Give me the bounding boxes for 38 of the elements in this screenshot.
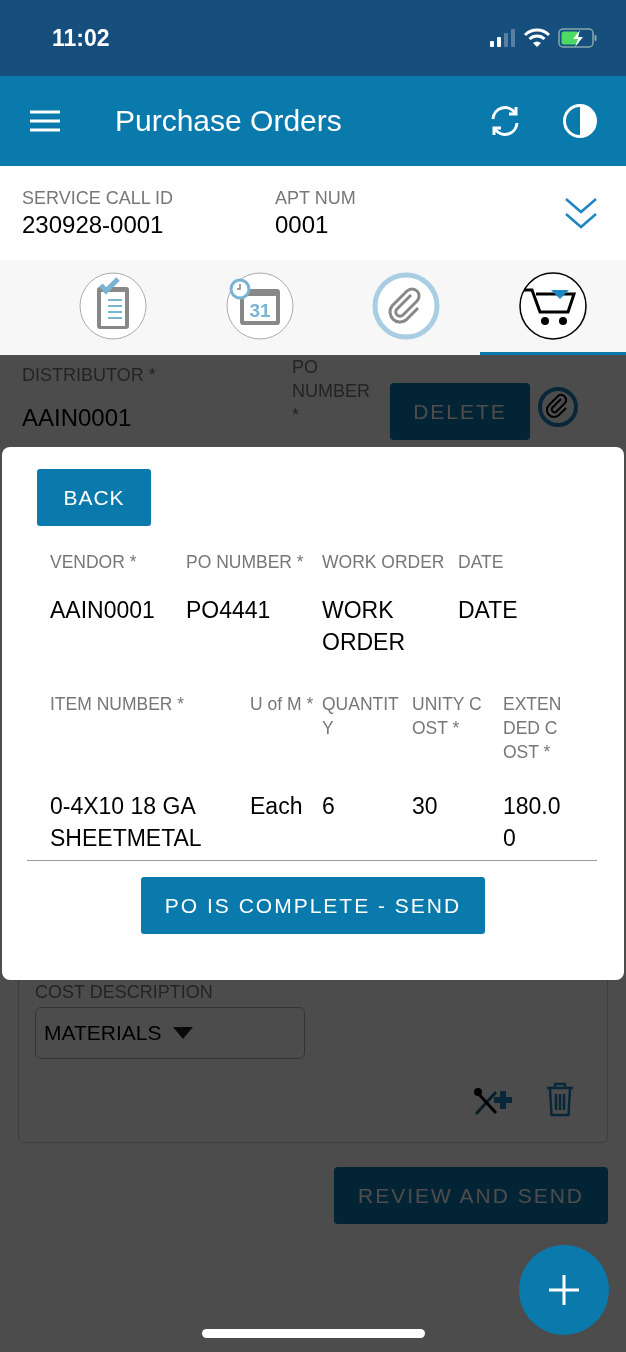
field-value: AAIN0001 <box>22 404 133 432</box>
column-header: PO NUMBER * <box>186 551 305 574</box>
contrast-icon[interactable] <box>562 103 598 139</box>
table-cell-text: 180.00 <box>503 792 562 853</box>
table-cell-text: 30 <box>412 792 439 821</box>
column-header: DATE <box>458 551 505 574</box>
clipboard-checklist-icon <box>78 271 149 341</box>
menu-icon[interactable] <box>30 110 60 132</box>
plus-icon <box>549 1275 579 1305</box>
back-button[interactable]: BACK <box>37 469 151 526</box>
send-button[interactable]: PO IS COMPLETE - SEND <box>141 877 485 934</box>
column-header: VENDOR * <box>50 551 138 574</box>
double-chevron-down-icon[interactable] <box>564 196 598 230</box>
wifi-icon <box>524 28 550 48</box>
column-header: WORK ORDER <box>322 551 446 574</box>
column-header: QUANTITY <box>322 693 400 740</box>
table-cell-text: PO4441 <box>186 596 272 625</box>
calendar-clock-icon: 31 <box>224 271 295 341</box>
shopping-cart-icon <box>517 271 588 341</box>
table-cell-text: Each <box>250 792 304 821</box>
column-header: U of M * <box>250 693 315 716</box>
signal-icon <box>490 29 516 47</box>
paperclip-icon <box>371 271 442 341</box>
column-header: ITEM NUMBER * <box>50 693 186 716</box>
field-label: SERVICE CALL ID <box>22 187 175 209</box>
table-cell-text: DATE <box>458 596 519 625</box>
table-cell-text: 6 <box>322 792 336 821</box>
page-title: Purchase Orders <box>115 104 343 138</box>
field-label: APT NUM <box>275 187 357 209</box>
field-value: 0001 <box>275 210 330 239</box>
status-time: 11:02 <box>52 24 111 52</box>
column-header: EXTENDED COST * <box>503 693 563 764</box>
column-header: UNITY COST * <box>412 693 483 740</box>
battery-charging-icon <box>558 28 598 48</box>
table-cell-text: AAIN0001 <box>50 596 156 625</box>
table-cell-text: WORK ORDER <box>322 596 407 657</box>
field-value: 230928-0001 <box>22 210 165 239</box>
table-cell-text: 0-4X10 18 GA SHEETMETAL <box>50 792 203 853</box>
